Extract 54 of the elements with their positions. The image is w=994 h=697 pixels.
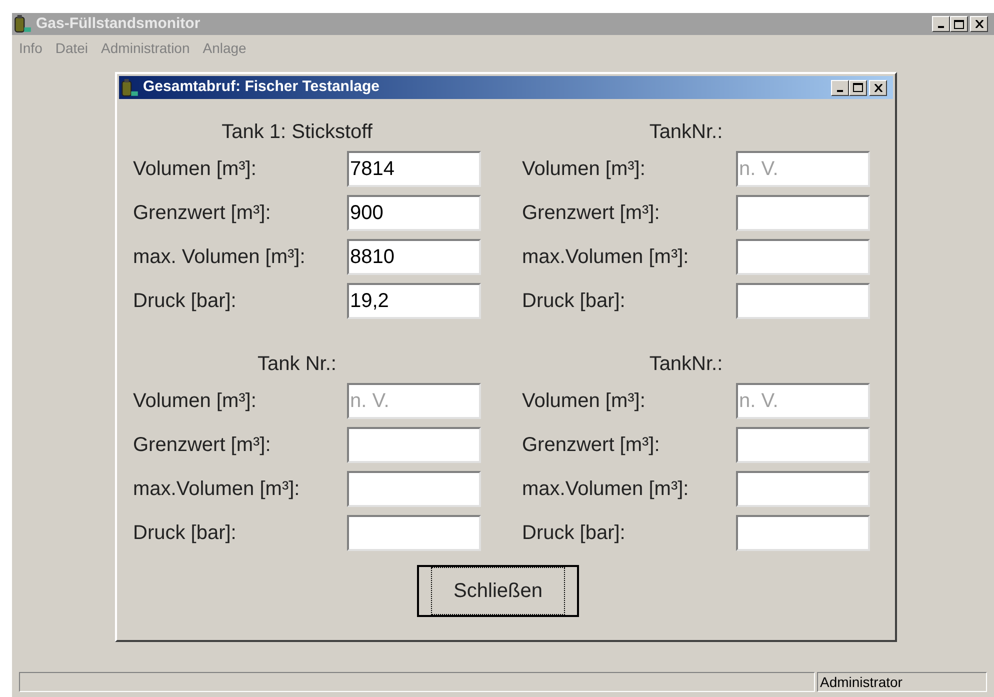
value-field[interactable] <box>347 471 481 507</box>
field-label: Grenzwert [m³]: <box>133 201 272 226</box>
value-field[interactable] <box>736 239 870 275</box>
close-icon <box>874 84 882 92</box>
value-field[interactable] <box>736 515 870 551</box>
field-label: max.Volumen [m³]: <box>522 477 690 502</box>
value-field[interactable] <box>736 427 870 463</box>
gas-tank-icon <box>121 78 139 96</box>
window-title: Gas-Füllstandsmonitor <box>36 14 202 34</box>
value-field[interactable]: 8810 <box>347 239 481 275</box>
value-field[interactable]: 7814 <box>347 151 481 187</box>
value-field[interactable]: n. V. <box>736 151 870 187</box>
minimize-button[interactable] <box>831 80 849 96</box>
tank-title: Tank 1: Stickstoff <box>220 120 374 145</box>
field-label: Druck [bar]: <box>522 521 626 546</box>
status-user: Administrator <box>817 672 987 692</box>
field-label: Druck [bar]: <box>133 521 238 546</box>
value-field[interactable] <box>736 471 870 507</box>
field-label: max. Volumen [m³]: <box>133 245 306 270</box>
value-field[interactable] <box>347 427 481 463</box>
maximize-button[interactable] <box>849 80 867 96</box>
close-button[interactable] <box>970 16 988 32</box>
maximize-icon <box>853 83 863 92</box>
field-label: Druck [bar]: <box>133 289 238 314</box>
maximize-button[interactable] <box>950 16 968 32</box>
tank-title: TankNr.: <box>648 120 724 145</box>
field-label: Grenzwert [m³]: <box>133 433 272 458</box>
field-label: Druck [bar]: <box>522 289 626 314</box>
tank-title: Tank Nr.: <box>256 352 338 377</box>
value-field[interactable]: n. V. <box>347 383 481 419</box>
field-label: Grenzwert [m³]: <box>522 201 661 226</box>
minimize-button[interactable] <box>932 16 950 32</box>
minimize-icon <box>837 90 843 92</box>
gas-tank-icon <box>14 15 32 33</box>
tank-title: TankNr.: <box>648 352 724 377</box>
value-field[interactable]: 19,2 <box>347 283 481 319</box>
value-field[interactable] <box>736 283 870 319</box>
value-field[interactable]: n. V. <box>736 383 870 419</box>
close-dialog-button[interactable]: Schließen <box>417 565 579 617</box>
field-label: max.Volumen [m³]: <box>133 477 301 502</box>
close-icon <box>974 20 984 28</box>
field-label: Volumen [m³]: <box>133 157 258 182</box>
value-field[interactable] <box>347 515 481 551</box>
field-label: max.Volumen [m³]: <box>522 245 690 270</box>
value-field[interactable] <box>736 195 870 231</box>
minimize-icon <box>938 26 944 28</box>
close-button[interactable] <box>869 80 887 96</box>
maximize-icon <box>954 20 964 28</box>
dialog-title: Gesamtabruf: Fischer Testanlage <box>143 77 380 98</box>
value-field[interactable]: 900 <box>347 195 481 231</box>
field-label: Volumen [m³]: <box>133 389 258 414</box>
field-label: Grenzwert [m³]: <box>522 433 661 458</box>
field-label: Volumen [m³]: <box>522 157 646 182</box>
field-label: Volumen [m³]: <box>522 389 646 414</box>
